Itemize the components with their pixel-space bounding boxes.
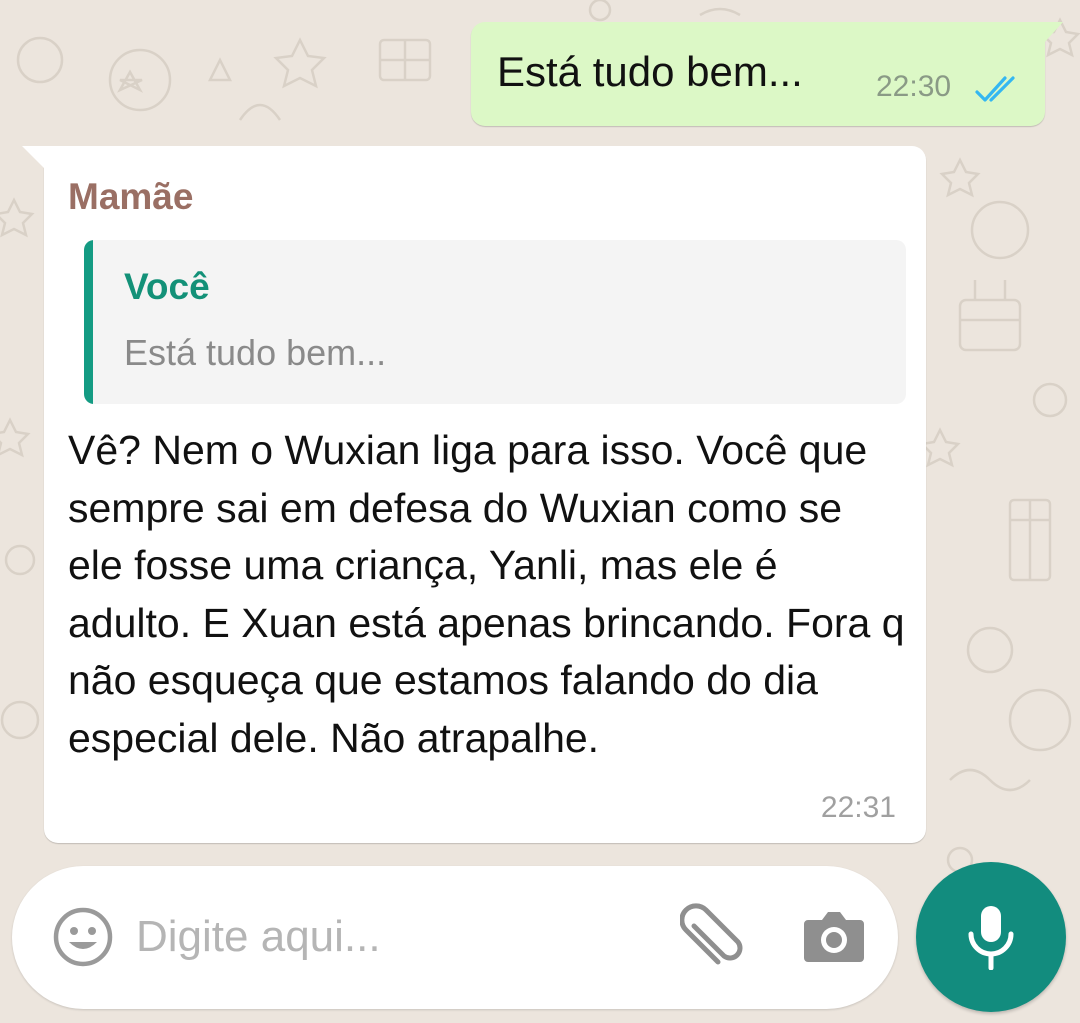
paperclip-icon[interactable] bbox=[680, 902, 752, 974]
voice-message-button[interactable] bbox=[916, 862, 1066, 1012]
emoji-icon[interactable] bbox=[52, 906, 114, 968]
quoted-text: Está tudo bem... bbox=[124, 332, 387, 373]
sender-name[interactable]: Mamãe bbox=[68, 176, 193, 218]
message-composer: Digite aqui... bbox=[12, 866, 898, 1009]
incoming-message-time: 22:31 bbox=[820, 791, 896, 824]
message-input[interactable]: Digite aqui... bbox=[136, 912, 381, 962]
camera-icon[interactable] bbox=[802, 906, 866, 966]
outgoing-message-time: 22:30 bbox=[876, 70, 952, 103]
quote-accent-bar bbox=[84, 240, 93, 404]
quoted-message[interactable]: Você Está tudo bem... bbox=[84, 240, 906, 404]
incoming-message-bubble[interactable]: Mamãe Você Está tudo bem... Vê? Nem o Wu… bbox=[22, 146, 926, 843]
outgoing-message-bubble[interactable]: Está tudo bem... 22:30 bbox=[471, 22, 1063, 126]
microphone-icon bbox=[968, 906, 1014, 970]
double-check-read-icon bbox=[975, 76, 1015, 102]
incoming-bubble-tail bbox=[22, 146, 44, 168]
quoted-author: Você bbox=[124, 266, 210, 307]
outgoing-message-text: Está tudo bem... bbox=[497, 48, 803, 95]
incoming-message-text: Vê? Nem o Wuxian liga para isso. Você qu… bbox=[68, 427, 905, 761]
outgoing-bubble-tail bbox=[1043, 22, 1063, 44]
